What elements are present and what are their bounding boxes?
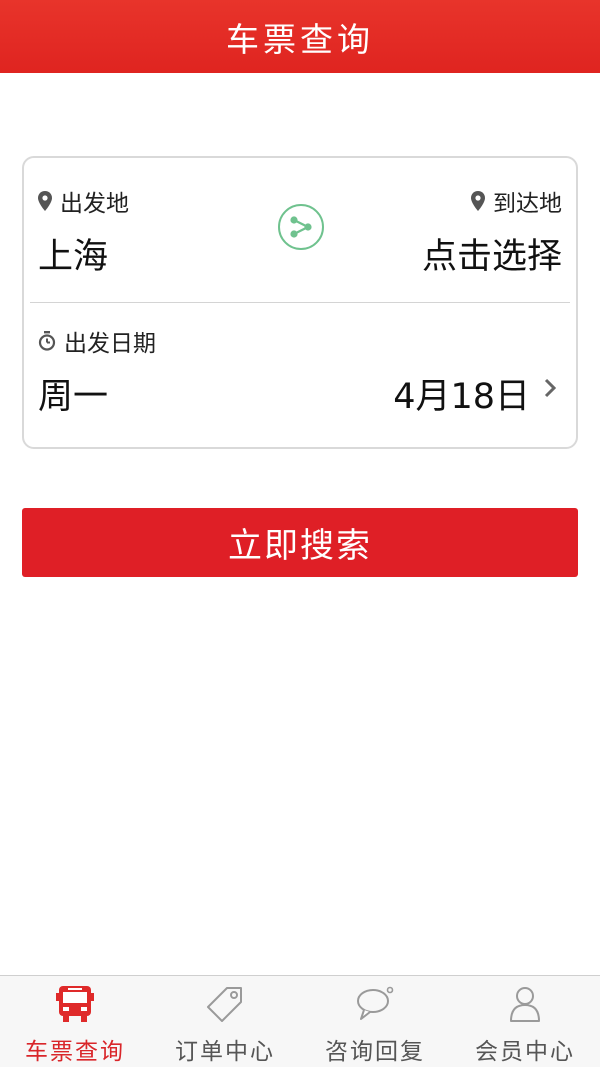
- tab-label: 订单中心: [175, 1039, 275, 1065]
- tab-member-center[interactable]: 会员中心: [450, 976, 600, 1067]
- search-form-card: 出发地 上海 到达地 点击选择 出发日期 周一 4月18日: [22, 156, 578, 449]
- chevron-right-icon: [544, 378, 556, 398]
- tab-order-center[interactable]: 订单中心: [150, 976, 300, 1067]
- departure-label: 出发地: [38, 184, 129, 218]
- tag-icon: [207, 987, 242, 1022]
- tab-label: 车票查询: [25, 1039, 125, 1065]
- departure-date-label: 出发日期: [38, 324, 156, 358]
- bus-icon: [56, 986, 94, 1022]
- share-swap-icon: [290, 216, 312, 238]
- app-header: 车票查询: [0, 0, 600, 73]
- stopwatch-icon: [38, 331, 56, 351]
- tab-consult-reply[interactable]: 咨询回复: [300, 976, 450, 1067]
- tab-label: 会员中心: [475, 1039, 575, 1065]
- page-title: 车票查询: [226, 19, 374, 59]
- arrival-city[interactable]: 点击选择: [422, 228, 562, 279]
- date-picker-row[interactable]: 周一 4月18日: [24, 362, 576, 422]
- location-pin-icon: [471, 191, 485, 211]
- swap-stations-button[interactable]: [278, 204, 324, 250]
- chat-bubble-icon: [357, 986, 394, 1020]
- user-icon: [510, 987, 540, 1022]
- tab-ticket-search[interactable]: 车票查询: [0, 976, 150, 1067]
- location-pin-icon: [38, 191, 52, 211]
- departure-city[interactable]: 上海: [38, 228, 108, 279]
- departure-label-text: 出发地: [60, 191, 129, 217]
- arrival-label: 到达地: [471, 184, 562, 218]
- divider: [30, 302, 570, 303]
- search-button[interactable]: 立即搜索: [22, 508, 578, 577]
- date-value: 4月18日: [393, 377, 530, 417]
- tab-label: 咨询回复: [325, 1039, 425, 1065]
- bottom-tab-bar: 车票查询 订单中心 咨询回复 会员中心: [0, 975, 600, 1067]
- weekday-text: 周一: [38, 377, 109, 417]
- departure-date-label-text: 出发日期: [64, 331, 156, 357]
- arrival-label-text: 到达地: [493, 191, 562, 217]
